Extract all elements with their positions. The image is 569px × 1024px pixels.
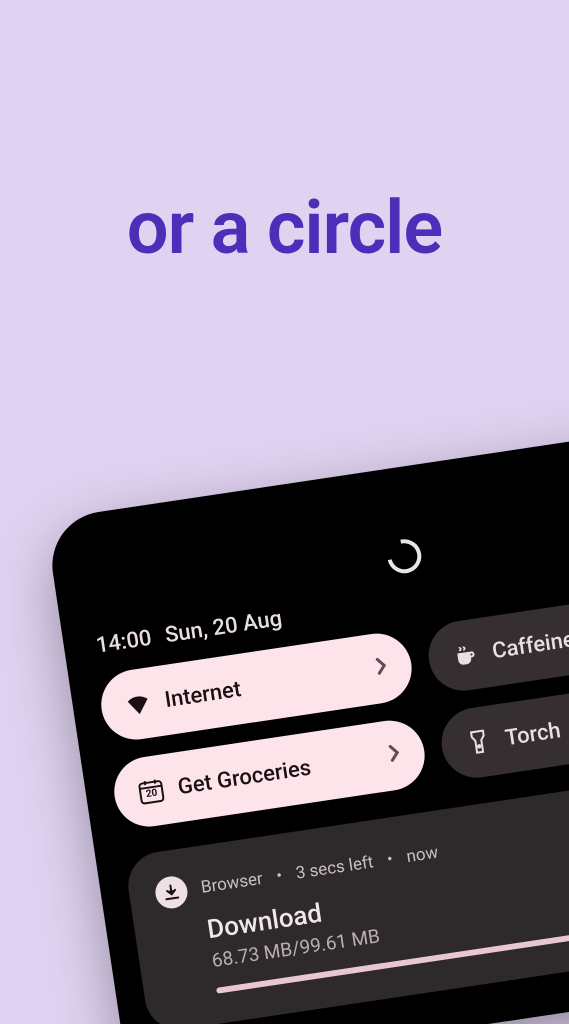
phone-frame: 100% 14:00 Sun, 20 Aug Internet [45, 417, 569, 1024]
chevron-right-icon [387, 742, 403, 768]
flashlight-icon [464, 728, 494, 758]
headline-text: or a circle [0, 185, 569, 272]
notification-when: now [405, 843, 439, 867]
notification-app: Browser [200, 869, 264, 898]
chevron-right-icon [374, 655, 390, 681]
dot-separator: • [386, 849, 395, 870]
phone-mockup: 100% 14:00 Sun, 20 Aug Internet [45, 417, 569, 1024]
spinner-icon [381, 533, 428, 580]
clock-time: 14:00 [94, 626, 153, 659]
tile-label: Internet [163, 677, 243, 713]
download-icon [153, 874, 189, 910]
clock-date: Sun, 20 Aug [163, 606, 283, 648]
coffee-icon [451, 642, 480, 670]
notification-meta: 3 secs left [295, 852, 375, 883]
tile-label: Get Groceries [176, 755, 313, 800]
tile-label: Torch [503, 718, 562, 751]
calendar-icon: 20 [136, 776, 166, 806]
wifi-icon [124, 692, 153, 716]
dot-separator: • [275, 866, 284, 887]
tile-label: Caffeine [490, 627, 569, 664]
